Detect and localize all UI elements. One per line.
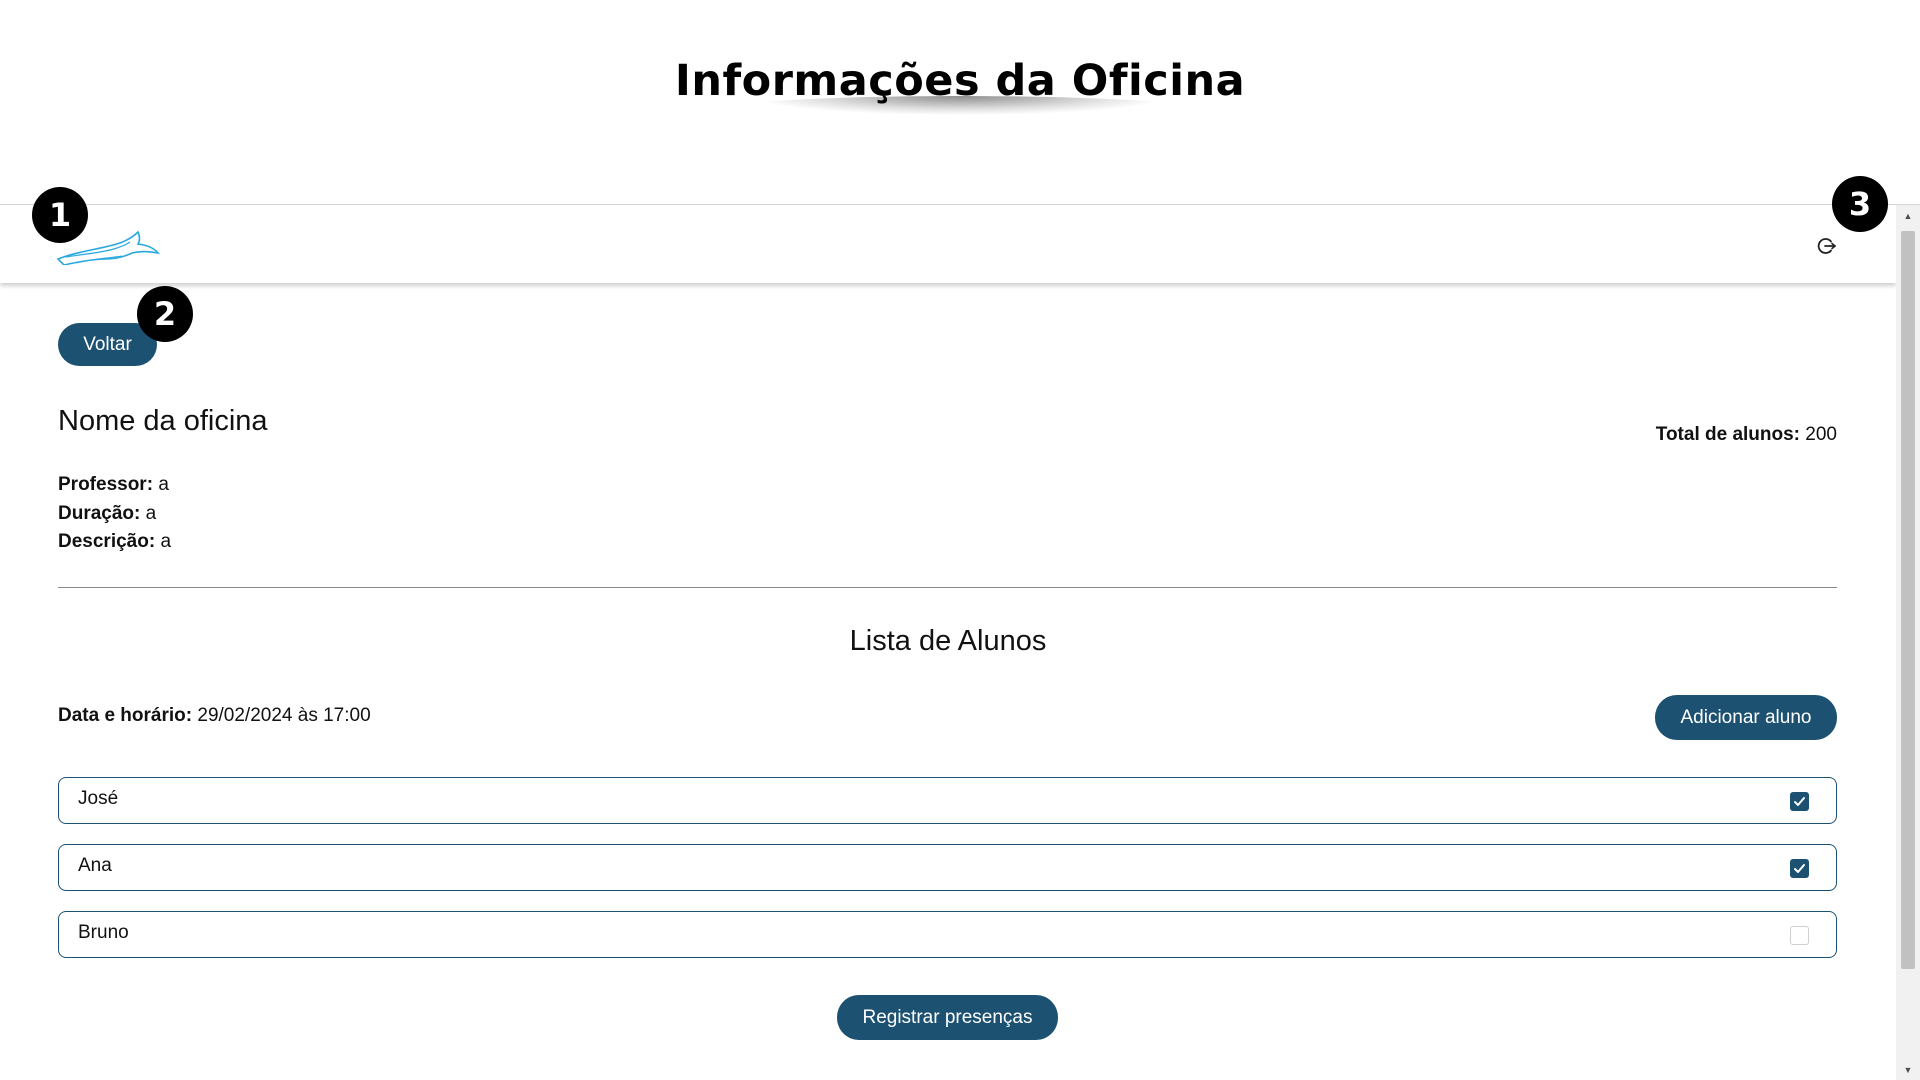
scroll-down-arrow-icon[interactable]: ▼ xyxy=(1896,1061,1920,1079)
check-icon xyxy=(1794,864,1805,873)
add-student-button[interactable]: Adicionar aluno xyxy=(1655,695,1837,740)
attendance-checkbox[interactable] xyxy=(1790,859,1809,878)
duration-value: a xyxy=(145,502,157,524)
session-date-value: 29/02/2024 às 17:00 xyxy=(197,705,371,726)
student-row[interactable]: Bruno xyxy=(58,911,1837,958)
attendance-checkbox[interactable] xyxy=(1790,792,1809,811)
description-value: a xyxy=(160,531,172,552)
callout-marker-2: 2 xyxy=(137,286,193,342)
student-name: Ana xyxy=(78,855,112,876)
vertical-scrollbar[interactable]: ▲ ▼ xyxy=(1896,205,1920,1080)
logout-icon[interactable] xyxy=(1816,235,1838,257)
student-row[interactable]: Ana xyxy=(58,844,1837,891)
description-label: Descrição: xyxy=(58,531,156,552)
student-name: José xyxy=(78,788,119,809)
student-name: Bruno xyxy=(78,922,129,943)
register-attendance-button[interactable]: Registrar presenças xyxy=(837,995,1058,1040)
duration-label: Duração: xyxy=(58,502,141,524)
app-frame: ▲ ▼ Voltar Nome da oficina Total de alun… xyxy=(0,204,1920,1080)
total-students: Total de alunos: 200 xyxy=(1656,424,1837,446)
heading-shadow xyxy=(722,96,1198,130)
session-date: Data e horário: 29/02/2024 às 17:00 xyxy=(58,705,371,727)
section-divider xyxy=(58,587,1837,588)
session-date-label: Data e horário: xyxy=(58,705,193,726)
workshop-details: Professor: a Duração: a Descrição: a xyxy=(58,471,171,557)
professor-value: a xyxy=(158,474,169,495)
callout-marker-1: 1 xyxy=(32,187,88,243)
attendance-checkbox[interactable] xyxy=(1790,926,1809,945)
professor-label: Professor: xyxy=(58,474,154,495)
scroll-up-arrow-icon[interactable]: ▲ xyxy=(1896,207,1920,225)
workshop-name: Nome da oficina xyxy=(58,405,268,437)
top-bar xyxy=(0,205,1896,283)
duration-line: Duração: a xyxy=(58,500,171,529)
student-row[interactable]: José xyxy=(58,777,1837,824)
total-students-value: 200 xyxy=(1805,424,1837,445)
total-students-label: Total de alunos: xyxy=(1655,424,1801,445)
scroll-thumb[interactable] xyxy=(1901,231,1915,969)
professor-line: Professor: a xyxy=(58,471,171,500)
description-line: Descrição: a xyxy=(58,528,171,557)
callout-marker-3: 3 xyxy=(1832,176,1888,232)
students-list-title: Lista de Alunos xyxy=(849,625,1047,657)
check-icon xyxy=(1794,797,1805,806)
